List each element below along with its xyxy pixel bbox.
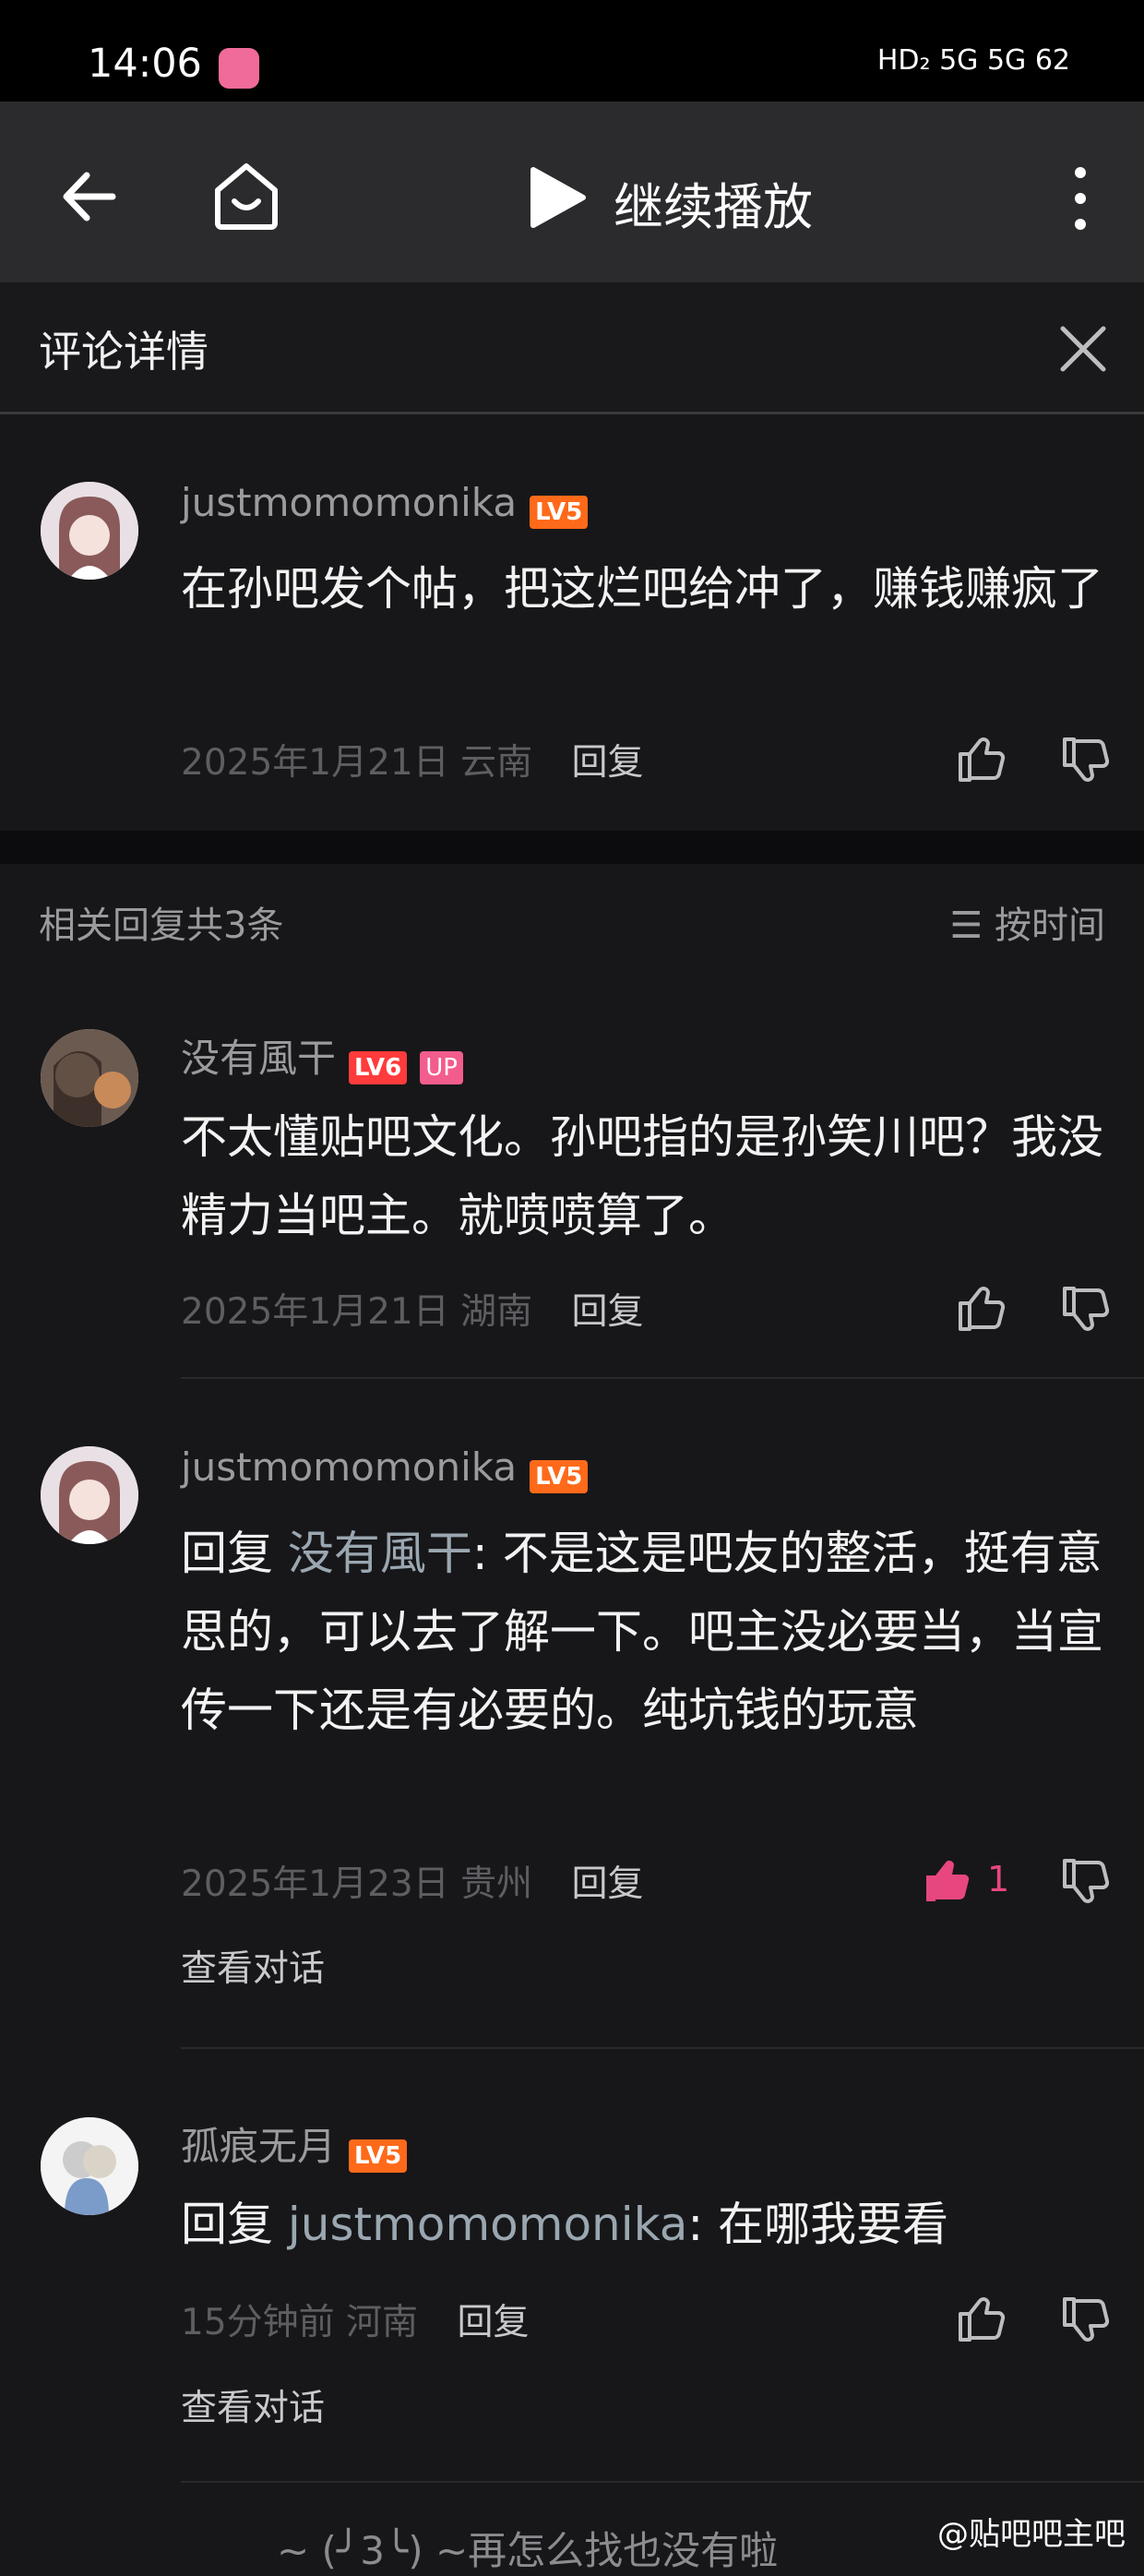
avatar[interactable] <box>41 482 138 580</box>
avatar[interactable] <box>41 2117 138 2215</box>
avatar[interactable] <box>41 1029 138 1127</box>
comment-text: 在孙吧发个帖，把这烂吧给冲了，赚钱赚疯了 <box>181 562 1103 616</box>
watermark: @贴吧吧主吧 <box>937 2516 1126 2553</box>
thumbs-up-filled-icon <box>926 1861 970 1901</box>
reply-body: : 在哪我要看 <box>687 2198 949 2251</box>
reply-count: 相关回复共3条 <box>39 905 284 947</box>
reply-author: justmomomonika LV5 <box>181 1444 589 1493</box>
page-title: 评论详情 <box>39 327 209 377</box>
back-arrow-icon[interactable] <box>57 164 122 229</box>
reply-location: 河南 <box>346 2302 419 2343</box>
divider <box>181 2481 1144 2483</box>
username[interactable]: justmomomonika <box>181 480 517 525</box>
end-of-list-text: ~ (╯3╰) ~再怎么找也没有啦 <box>277 2528 779 2573</box>
level-badge: LV5 <box>530 495 589 529</box>
view-conversation-link[interactable]: 查看对话 <box>181 1940 325 1992</box>
section-divider <box>0 831 1144 864</box>
divider <box>181 2047 1144 2049</box>
continue-playing-button[interactable]: 继续播放 <box>614 166 813 239</box>
system-status-icons: HD₂ 5G 5G 62 <box>876 44 1070 77</box>
bilibili-app-icon <box>219 48 259 89</box>
reply-date: 15分钟前 <box>181 2302 335 2343</box>
reply-meta: 15分钟前 河南 回复 <box>181 2294 529 2345</box>
username[interactable]: 没有風干 <box>181 1036 336 1081</box>
reply-button[interactable]: 回复 <box>572 742 644 784</box>
thumbs-up-icon[interactable] <box>957 1283 1007 1333</box>
reply-text: 回复 justmomomonika: 在哪我要看 <box>181 2186 1113 2264</box>
comment-date: 2025年1月21日 <box>181 742 449 784</box>
sort-label: 按时间 <box>995 905 1105 947</box>
username[interactable]: justmomomonika <box>181 1444 517 1490</box>
view-conversation-link[interactable]: 查看对话 <box>181 2379 325 2431</box>
reply-prefix: 回复 <box>181 1527 288 1580</box>
thumbs-up-icon[interactable] <box>957 2294 1007 2343</box>
play-icon[interactable] <box>528 164 587 231</box>
reply-meta: 2025年1月23日 贵州 回复 <box>181 1855 644 1907</box>
level-badge: LV6 <box>349 1050 408 1084</box>
mention-link[interactable]: 没有風干 <box>288 1527 472 1580</box>
divider <box>181 1377 1144 1379</box>
thumbs-down-icon[interactable] <box>1061 1285 1111 1335</box>
thumbs-up-icon[interactable] <box>957 734 1007 784</box>
reply-author: 没有風干 LV6 UP <box>181 1027 463 1084</box>
close-icon[interactable] <box>1057 323 1109 375</box>
status-time: 14:06 <box>88 41 202 87</box>
thumbs-down-icon[interactable] <box>1061 1857 1111 1907</box>
reply-text: 不太懂贴吧文化。孙吧指的是孙笑川吧？我没精力当吧主。就喷喷算了。 <box>181 1110 1103 1242</box>
home-icon[interactable] <box>210 159 282 233</box>
reply-meta: 2025年1月21日 湖南 回复 <box>181 1283 644 1335</box>
thumbs-down-icon[interactable] <box>1061 736 1111 785</box>
level-badge: LV5 <box>349 2139 408 2173</box>
like-button-active[interactable]: 1 <box>923 1855 1009 1909</box>
username[interactable]: 孤痕无月 <box>181 2124 336 2169</box>
mention-link[interactable]: justmomomonika <box>288 2198 687 2251</box>
thumbs-down-icon[interactable] <box>1061 2295 1111 2345</box>
more-options-icon[interactable] <box>1061 162 1100 235</box>
comment-author: justmomomonika LV5 <box>181 480 589 529</box>
reply-location: 贵州 <box>460 1863 533 1905</box>
reply-text: 回复 没有風干: 不是这是吧友的整活，挺有意思的，可以去了解一下。吧主没必要当，… <box>181 1515 1113 1750</box>
up-badge: UP <box>420 1050 463 1084</box>
reply-author: 孤痕无月 LV5 <box>181 2115 408 2173</box>
comment-meta: 2025年1月21日 云南 回复 <box>181 734 644 785</box>
reply-prefix: 回复 <box>181 2198 288 2251</box>
reply-date: 2025年1月21日 <box>181 1291 449 1333</box>
avatar[interactable] <box>41 1446 138 1544</box>
reply-date: 2025年1月23日 <box>181 1863 449 1905</box>
reply-button[interactable]: 回复 <box>572 1291 644 1333</box>
reply-location: 湖南 <box>460 1291 533 1333</box>
like-count: 1 <box>987 1859 1010 1899</box>
reply-button[interactable]: 回复 <box>572 1863 644 1905</box>
sort-button[interactable]: ☰ 按时间 <box>949 895 1105 949</box>
level-badge: LV5 <box>530 1459 589 1493</box>
sort-list-icon: ☰ <box>949 905 995 947</box>
reply-button[interactable]: 回复 <box>457 2302 529 2343</box>
comment-location: 云南 <box>460 742 533 784</box>
